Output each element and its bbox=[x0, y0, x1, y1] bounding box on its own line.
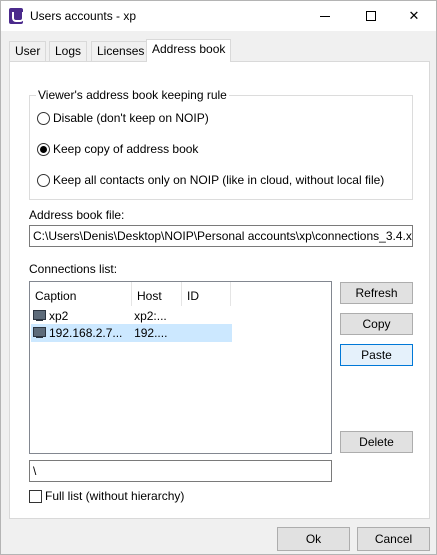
full-list-checkbox[interactable] bbox=[29, 489, 42, 503]
tab-licenses[interactable]: Licenses bbox=[91, 41, 151, 61]
connection-caption: 192.168.2.7... bbox=[49, 326, 123, 340]
close-button[interactable]: ✕ bbox=[391, 1, 437, 31]
keeping-rule-legend: Viewer's address book keeping rule bbox=[36, 88, 229, 102]
computer-icon bbox=[33, 327, 47, 339]
minimize-icon bbox=[320, 15, 330, 17]
address-book-file-field[interactable]: C:\Users\Denis\Desktop\NOIP\Personal acc… bbox=[29, 225, 413, 247]
maximize-icon bbox=[366, 11, 376, 21]
keeping-rule-group: Viewer's address book keeping rule Disab… bbox=[29, 88, 413, 200]
radio-keep-only-noip-label: Keep all contacts only on NOIP (like in … bbox=[53, 173, 385, 187]
column-id[interactable]: ID bbox=[182, 282, 231, 306]
paste-button[interactable]: Paste bbox=[340, 344, 413, 366]
radio-keep-only-noip[interactable]: Keep all contacts only on NOIP (like in … bbox=[37, 173, 384, 187]
connection-host: 192.... bbox=[134, 326, 168, 340]
full-list-label: Full list (without hierarchy) bbox=[45, 489, 185, 503]
address-book-panel: Viewer's address book keeping rule Disab… bbox=[9, 61, 430, 519]
radio-keep-copy[interactable]: Keep copy of address book bbox=[37, 142, 198, 156]
tab-logs[interactable]: Logs bbox=[49, 41, 88, 61]
minimize-button[interactable] bbox=[302, 1, 348, 31]
close-icon: ✕ bbox=[408, 8, 420, 23]
radio-disable-circle[interactable] bbox=[37, 111, 50, 125]
connection-path-field[interactable]: \ bbox=[29, 460, 332, 482]
app-logo-icon bbox=[9, 8, 24, 24]
radio-keep-copy-label: Keep copy of address book bbox=[53, 142, 199, 156]
radio-disable-label: Disable (don't keep on NOIP) bbox=[53, 111, 209, 125]
delete-button[interactable]: Delete bbox=[340, 431, 413, 453]
ok-button[interactable]: Ok bbox=[277, 527, 350, 551]
cancel-button[interactable]: Cancel bbox=[357, 527, 430, 551]
connections-list-label: Connections list: bbox=[29, 262, 118, 276]
radio-keep-copy-circle[interactable] bbox=[37, 142, 50, 156]
column-caption[interactable]: Caption bbox=[30, 282, 132, 306]
connections-list[interactable]: Caption Host ID xp2 xp2:... 192.168.2.7.… bbox=[29, 281, 332, 454]
full-list-checkbox-row[interactable]: Full list (without hierarchy) bbox=[29, 489, 184, 503]
radio-keep-only-noip-circle[interactable] bbox=[37, 173, 50, 187]
connection-row[interactable]: 192.168.2.7... 192.... bbox=[31, 324, 232, 342]
title-bar[interactable]: Users accounts - xp ✕ bbox=[1, 1, 436, 31]
window-title: Users accounts - xp bbox=[30, 9, 137, 23]
maximize-button[interactable] bbox=[348, 1, 394, 31]
connection-row[interactable]: xp2 xp2:... bbox=[31, 307, 232, 325]
column-host[interactable]: Host bbox=[132, 282, 182, 306]
computer-icon bbox=[33, 310, 47, 322]
refresh-button[interactable]: Refresh bbox=[340, 282, 413, 304]
users-accounts-window: Users accounts - xp ✕ User Logs Licenses… bbox=[0, 0, 437, 555]
tab-user[interactable]: User bbox=[9, 41, 47, 61]
connections-list-header: Caption Host ID bbox=[30, 282, 231, 306]
tab-address-book[interactable]: Address book bbox=[146, 39, 232, 62]
copy-button[interactable]: Copy bbox=[340, 313, 413, 335]
radio-disable[interactable]: Disable (don't keep on NOIP) bbox=[37, 111, 209, 125]
connection-caption: xp2 bbox=[49, 309, 69, 323]
address-book-file-label: Address book file: bbox=[29, 208, 125, 222]
connection-host: xp2:... bbox=[134, 309, 167, 323]
